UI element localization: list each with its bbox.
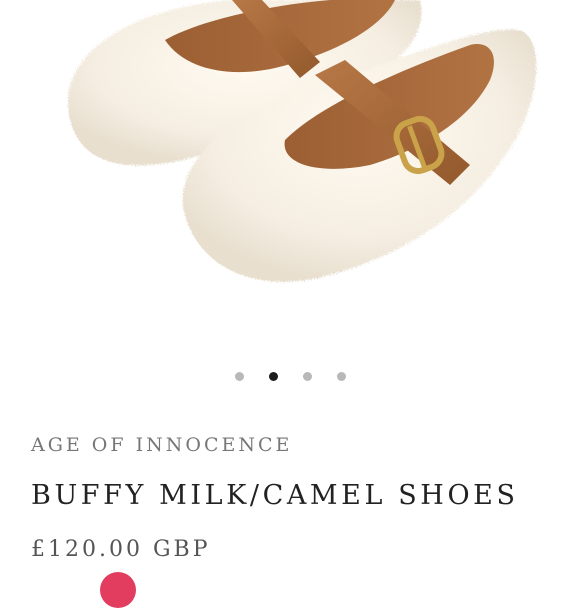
product-image[interactable] (0, 0, 580, 350)
carousel-dot-4[interactable] (336, 372, 346, 381)
sale-badge (100, 572, 136, 608)
carousel-dot-2[interactable] (268, 372, 278, 381)
carousel-pagination (0, 372, 580, 381)
product-price: £120.00 GBP (31, 537, 211, 562)
product-title: BUFFY MILK/CAMEL SHOES (31, 480, 519, 511)
shoes-illustration (67, 0, 537, 282)
carousel-dot-3[interactable] (302, 372, 312, 381)
brand-name[interactable]: AGE OF INNOCENCE (31, 434, 292, 456)
carousel-dot-1[interactable] (234, 372, 244, 381)
